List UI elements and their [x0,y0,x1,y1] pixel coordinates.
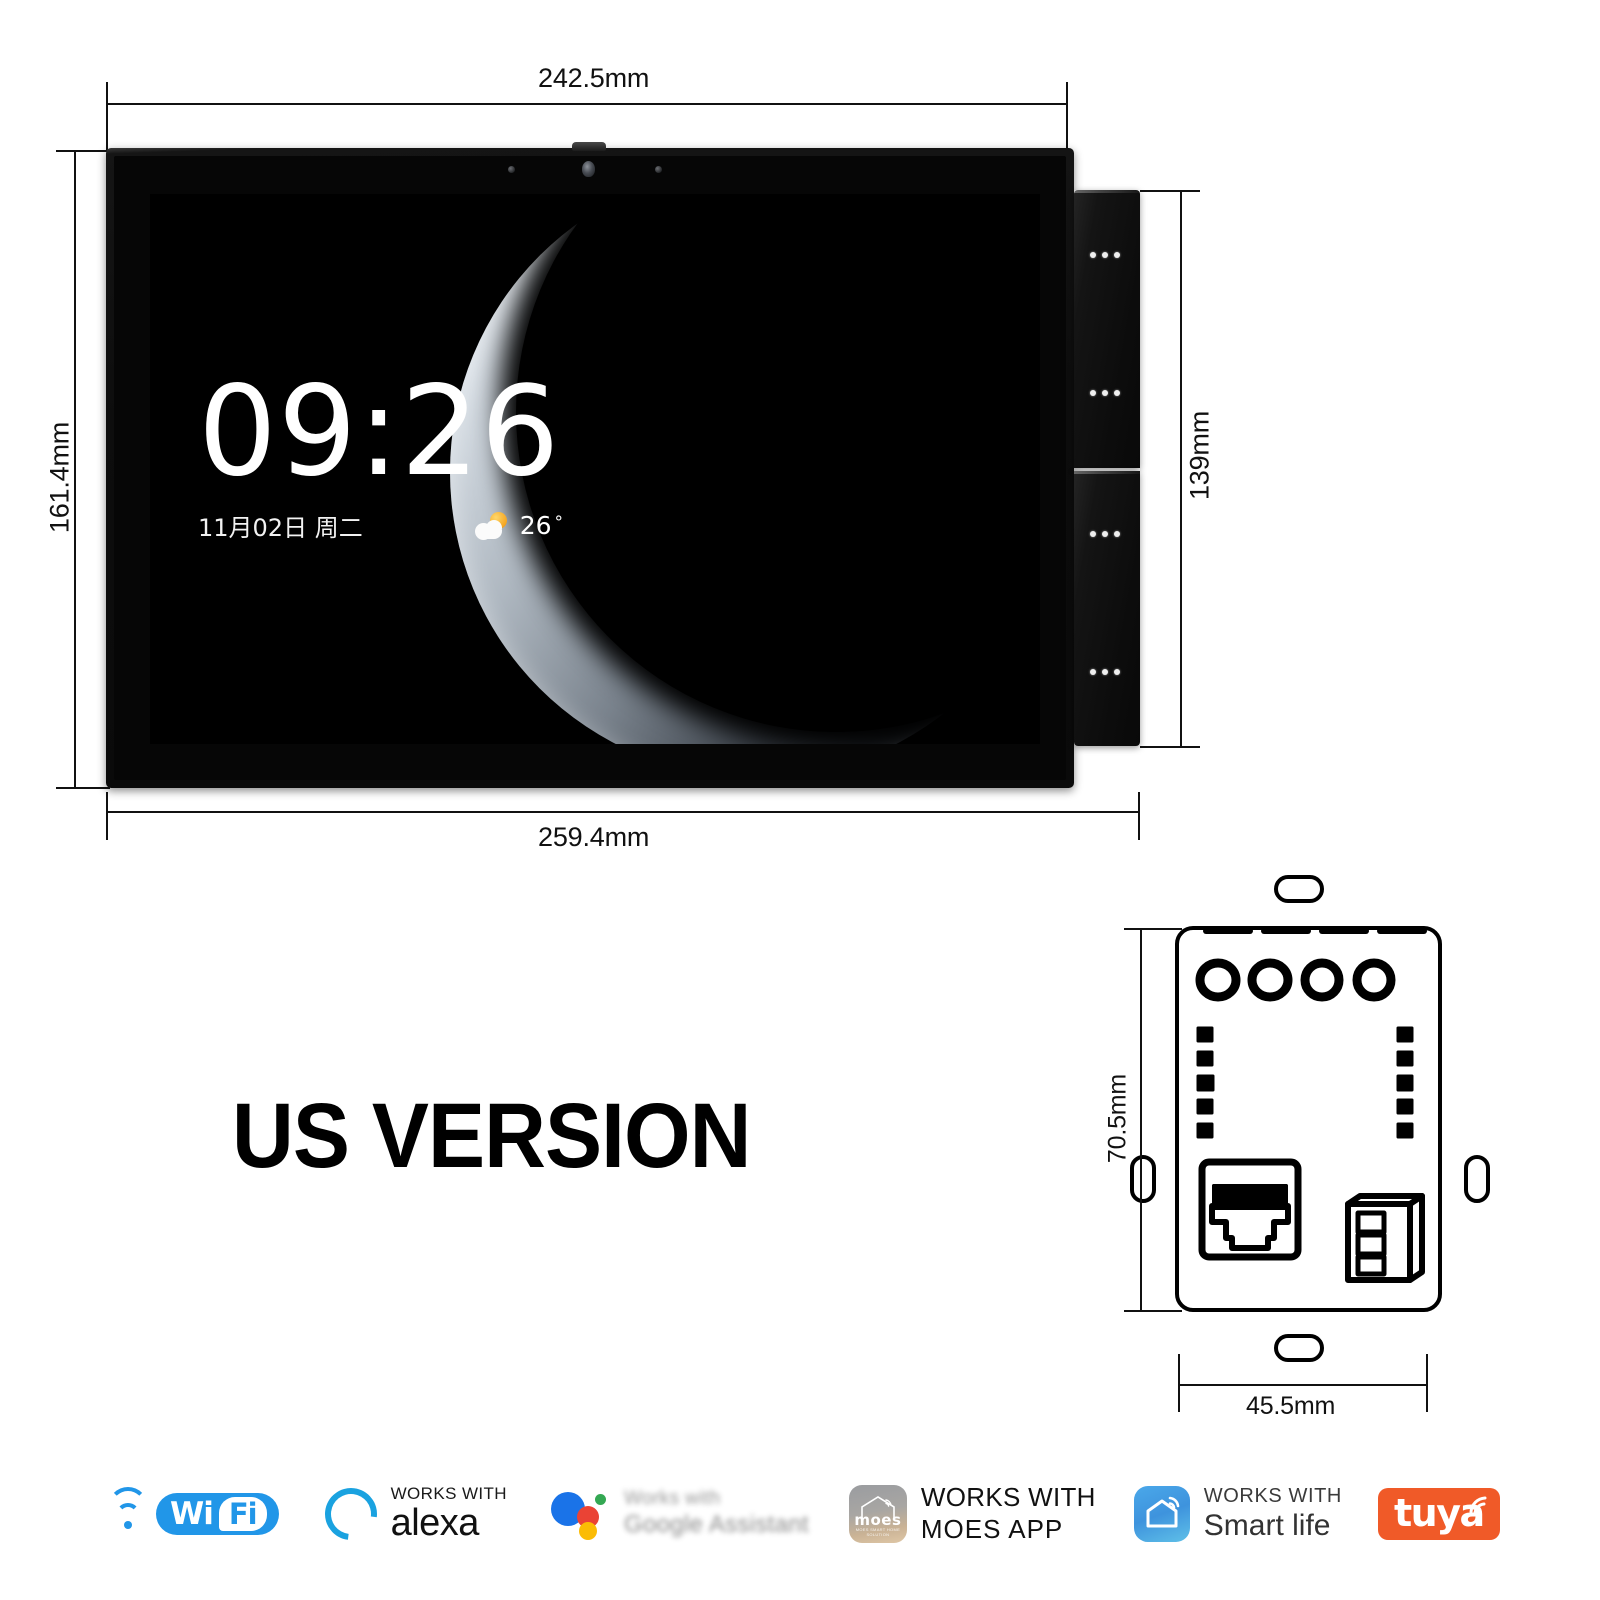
rj45-ethernet-port [1198,1158,1302,1261]
wifi-wi-text: Wi [170,1495,214,1532]
right-vent-rects [1396,1026,1414,1139]
sensor-dot-left-icon [508,166,515,173]
sensor-dot-right-icon [655,166,662,173]
badge-smart-life: WORKS WITH Smart life [1133,1484,1342,1543]
back-panel-drawing [1080,850,1510,1410]
tablet-front-view: 09:26 11月02日 周二 26 ° [0,0,1200,820]
side-switch-module-upper[interactable] [1074,190,1140,468]
google-assistant-wordmark: Google Assistant [623,1511,809,1538]
alexa-ring-icon [314,1477,388,1551]
back-panel-svg [1130,875,1490,1362]
weather-widget[interactable]: 26 ° [474,511,564,541]
smart-life-wordmark: Smart life [1203,1508,1331,1542]
smartlife-works-with-text: WORKS WITH [1203,1484,1342,1507]
mounting-slot-top [1274,875,1324,903]
dimension-label-259-4mm: 259.4mm [538,822,650,852]
moes-app-icon: moes MOES SMART HOME SOLUTION [848,1485,907,1543]
smart-life-house-icon [1133,1485,1190,1542]
clock-date: 11月02日 周二 [198,514,363,542]
wifi-logo-pill: Wi Fi [156,1492,279,1536]
clock-widget[interactable]: 09:26 11月02日 周二 26 ° [198,370,563,543]
badge-tuya: tuya [1377,1488,1500,1540]
tablet-screen[interactable]: 09:26 11月02日 周二 26 ° [150,194,1040,744]
dimension-label-45-5mm: 45.5mm [1246,1392,1336,1420]
side-button-2-indicator[interactable] [1090,390,1120,396]
badge-google-assistant: Works with Google Assistant [550,1488,809,1540]
product-spec-page: 242.5mm 161.4mm 139mm 259.4mm 09:26 11月0… [0,0,1600,1600]
mounting-slot-bottom [1274,1334,1324,1362]
camera-housing-nub [572,142,606,151]
left-vent-rects [1196,1026,1215,1139]
mounting-slot-right [1464,1155,1490,1203]
alexa-wordmark: alexa [390,1502,480,1545]
moes-app-wordmark: MOES APP [920,1514,1064,1544]
compatibility-badge-strip: Wi Fi WORKS WITH alexa Works with Google… [108,1477,1508,1551]
dimension-label-70-5mm: 70.5mm [1103,1073,1132,1164]
wifi-signal-icon [108,1487,148,1529]
clock-time: 09:26 [198,360,561,504]
moes-tagline: MOES SMART HOME SOLUTION [855,1527,901,1537]
weather-temperature: 26 [519,511,552,540]
screw-holes [1195,958,1396,1002]
side-button-1-indicator[interactable] [1090,252,1120,258]
side-button-4-indicator[interactable] [1090,669,1120,675]
version-label: US VERSION [232,1085,751,1187]
badge-alexa: WORKS WITH alexa [314,1477,507,1551]
alexa-works-with-text: WORKS WITH [390,1484,507,1504]
smart-life-house-svg [1146,1496,1180,1528]
moes-works-with-text: WORKS WITH [920,1482,1096,1513]
front-camera-icon [582,161,595,177]
google-assistant-dots-icon [550,1488,611,1540]
google-works-with-text: Works with [623,1488,721,1509]
side-switch-module-lower[interactable] [1074,471,1140,746]
badge-wifi: Wi Fi [108,1487,279,1536]
partly-cloudy-icon [474,511,511,541]
badge-moes-app: moes MOES SMART HOME SOLUTION WORKS WITH… [848,1482,1096,1545]
tuya-signal-icon [1469,1496,1487,1515]
weather-degree-symbol: ° [554,512,564,533]
terminal-block-3pin [1345,1193,1425,1283]
side-button-3-indicator[interactable] [1090,531,1120,537]
wifi-fi-text: Fi [218,1496,267,1532]
mounting-slot-left [1130,1155,1156,1203]
